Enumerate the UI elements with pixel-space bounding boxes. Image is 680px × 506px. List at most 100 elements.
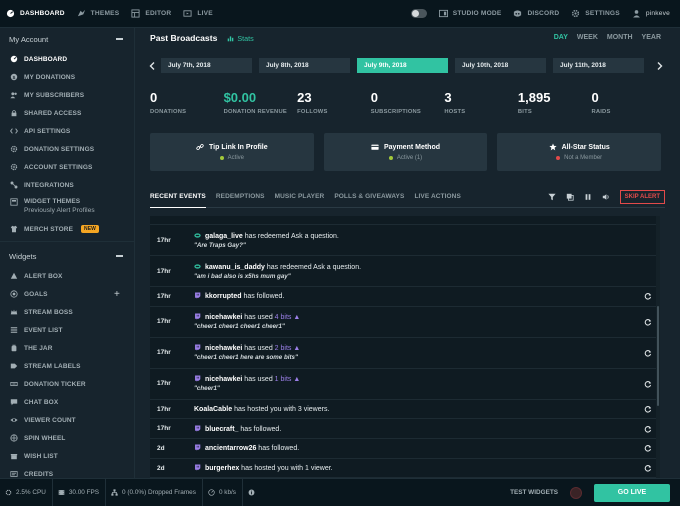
sidebar-item-stream-labels[interactable]: Stream Labels	[0, 357, 134, 375]
event-username[interactable]: nicehawkei	[205, 345, 242, 352]
event-username[interactable]: kkorrupted	[205, 293, 242, 300]
widgets-section-header[interactable]: Widgets	[0, 245, 134, 267]
sidebar-item-widget-themes[interactable]: Widget Themes Previously Alert Profiles	[0, 194, 134, 220]
go-live-button[interactable]: Go Live	[594, 483, 670, 502]
range-year[interactable]: YEAR	[642, 34, 661, 41]
studio-mode-button[interactable]: Studio Mode	[433, 0, 508, 28]
sidebar-item-integrations[interactable]: Integrations	[0, 176, 134, 194]
replay-button[interactable]	[644, 405, 652, 413]
chat-box-icon	[10, 399, 18, 406]
my-account-section-header[interactable]: My Account	[0, 28, 134, 50]
info-button[interactable]	[243, 479, 261, 506]
sidebar-item-donation-ticker[interactable]: Donation Ticker	[0, 375, 134, 393]
stat-subscriptions: 0 Subscriptions	[371, 90, 445, 115]
topnav-dashboard[interactable]: Dashboard	[0, 0, 71, 28]
card-status: Not a Member	[556, 155, 602, 161]
event-username[interactable]: galaga_live	[205, 233, 243, 240]
filter-icon[interactable]	[548, 193, 556, 201]
replay-button[interactable]	[644, 349, 652, 357]
tab-live-actions[interactable]: Live Actions	[414, 186, 460, 208]
date-pill[interactable]: July 10th, 2018	[455, 58, 546, 73]
popout-icon[interactable]	[566, 193, 574, 201]
replay-button[interactable]	[644, 380, 652, 388]
collapse-icon[interactable]	[116, 255, 123, 257]
sidebar-item-the-jar[interactable]: The Jar	[0, 339, 134, 357]
event-bits: 1 bits	[274, 376, 292, 384]
test-widgets-button[interactable]: Test Widgets	[510, 489, 558, 496]
fps-readout: 30.00 FPS	[53, 478, 107, 506]
tab-polls-giveaways[interactable]: Polls & Giveaways	[334, 186, 404, 208]
event-username[interactable]: bluecraft_	[205, 426, 238, 433]
event-time: 17hr	[157, 292, 171, 300]
sidebar-item-spin-wheel[interactable]: Spin Wheel	[0, 429, 134, 447]
range-day[interactable]: DAY	[554, 34, 568, 41]
status-bar: 2.5% CPU 30.00 FPS 0 (0.0%) Dropped Fram…	[0, 478, 680, 506]
sidebar-item-donation-settings[interactable]: Donation Settings	[0, 140, 134, 158]
date-pill[interactable]: July 7th, 2018	[161, 58, 252, 73]
date-selector: July 7th, 2018 July 8th, 2018 July 9th, 20…	[146, 58, 666, 73]
event-username[interactable]: nicehawkei	[205, 376, 242, 383]
night-mode-toggle[interactable]	[410, 9, 427, 18]
skip-alert-button[interactable]: Skip Alert	[619, 189, 665, 204]
event-username[interactable]: burgerhex	[205, 465, 239, 472]
sidebar-item-viewer-count[interactable]: Viewer Count	[0, 411, 134, 429]
sidebar-item-wish-list[interactable]: Wish List	[0, 447, 134, 465]
twitch-icon	[195, 425, 201, 432]
topnav-live[interactable]: Live	[177, 0, 218, 28]
status-card-tip-link-in-profile[interactable]: Tip Link In Profile Active	[150, 133, 314, 171]
sidebar-item-my-subscribers[interactable]: My Subscribers	[0, 86, 134, 104]
event-username[interactable]: nicehawkei	[205, 314, 242, 321]
record-button[interactable]	[570, 486, 582, 499]
settings-button[interactable]: Settings	[565, 0, 626, 28]
replay-button[interactable]	[644, 444, 652, 452]
tab-music-player[interactable]: Music Player	[275, 186, 325, 208]
collapse-icon[interactable]	[116, 38, 123, 40]
date-pill[interactable]: July 11th, 2018	[553, 58, 644, 73]
stats-link[interactable]: Stats	[227, 34, 254, 43]
status-card-payment-method[interactable]: Payment Method Active (1)	[323, 133, 488, 171]
add-goal-button[interactable]: +	[114, 289, 120, 300]
event-message: "cheer1 cheer1 cheer1 cheer1"	[194, 323, 285, 331]
sidebar-item-alert-box[interactable]: Alert Box	[0, 267, 134, 285]
replay-button[interactable]	[644, 425, 652, 433]
topnav-editor[interactable]: Editor	[125, 0, 177, 28]
replay-button[interactable]	[644, 318, 652, 326]
sidebar-item-account-settings[interactable]: Account Settings	[0, 158, 134, 176]
date-pill[interactable]: July 9th, 2018	[357, 58, 448, 73]
replay-button[interactable]	[644, 464, 652, 472]
pause-icon[interactable]	[584, 193, 592, 201]
range-month[interactable]: MONTH	[607, 34, 633, 41]
volume-icon[interactable]	[602, 193, 610, 201]
sidebar-item-event-list[interactable]: Event List	[0, 321, 134, 339]
cpu-icon	[5, 489, 12, 496]
sidebar-item-goals[interactable]: Goals +	[0, 285, 134, 303]
replay-button[interactable]	[644, 292, 652, 300]
sidebar-item-merch-store[interactable]: Merch Store NEW	[0, 220, 134, 238]
prev-date-button[interactable]	[146, 58, 158, 73]
event-username[interactable]: ancientarrow26	[205, 445, 256, 452]
stat-value: 0	[150, 90, 158, 105]
sidebar-item-my-donations[interactable]: $ My Donations	[0, 68, 134, 86]
next-date-button[interactable]	[654, 58, 666, 73]
status-card-all-star-status[interactable]: All-Star Status Not a Member	[497, 133, 662, 171]
user-menu[interactable]: pinkeve	[626, 0, 676, 28]
feed-scrollbar-thumb[interactable]	[657, 306, 659, 406]
stat-label: Hosts	[444, 109, 466, 115]
sidebar-item-stream-boss[interactable]: Stream Boss	[0, 303, 134, 321]
range-week[interactable]: WEEK	[577, 34, 598, 41]
goals-icon	[10, 290, 18, 298]
topnav-themes[interactable]: Themes	[71, 0, 126, 28]
event-text: has followed.	[256, 445, 300, 453]
event-username[interactable]: KoalaCable	[194, 406, 232, 413]
tab-recent-events[interactable]: Recent Events	[150, 186, 206, 208]
date-pill[interactable]: July 8th, 2018	[259, 58, 350, 73]
sidebar-item-label: Goals	[24, 290, 48, 298]
sidebar-item-chat-box[interactable]: Chat Box	[0, 393, 134, 411]
sidebar-item-dashboard[interactable]: Dashboard	[0, 50, 134, 68]
sidebar-item-credits[interactable]: Credits	[0, 465, 134, 478]
tab-redemptions[interactable]: Redemptions	[216, 186, 265, 208]
event-username[interactable]: kawanu_is_daddy	[205, 264, 265, 271]
sidebar-item-api-settings[interactable]: API Settings	[0, 122, 134, 140]
sidebar-item-shared-access[interactable]: Shared Access	[0, 104, 134, 122]
discord-button[interactable]: Discord	[507, 0, 565, 28]
